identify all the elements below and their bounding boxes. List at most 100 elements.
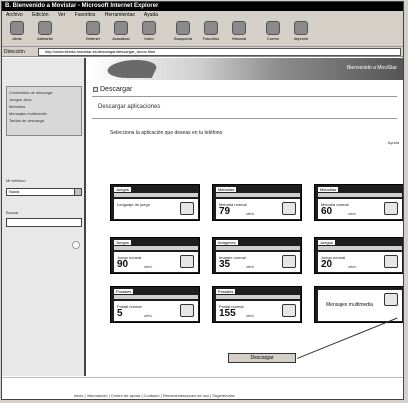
phone-select[interactable]: Nokia [6, 188, 82, 196]
divider [92, 118, 397, 119]
card-tag: Melodías [318, 187, 339, 192]
download-card[interactable]: Postales Postal normal 5 cént. [110, 286, 200, 323]
site-banner: Bienvenido a MoviStar [88, 58, 403, 80]
page-title: Descargar [100, 86, 133, 93]
card-header-bar [114, 295, 198, 299]
card-tag: Melodías [216, 187, 237, 192]
home-icon [142, 21, 156, 35]
download-card[interactable]: Melodías Melodía normal 79 cént. [212, 184, 302, 221]
sidebar-link[interactable]: Juegos Java [9, 96, 79, 103]
browser-window: B. Bienvenido a Movistar - Microsoft Int… [1, 1, 404, 400]
card-panel: Lenguaje de juego [114, 199, 198, 219]
game-icon [384, 255, 398, 268]
refresh-icon [114, 21, 128, 35]
card-tag: Juegos [114, 187, 131, 192]
download-card[interactable]: Juegos Juego normal 20 cént. [314, 237, 403, 274]
card-unit: cént. [144, 264, 153, 269]
card-panel: Melodía normal 79 cént. [216, 199, 300, 219]
page-footer: Inicio | Información | Centro de ayuda |… [2, 377, 403, 399]
help-link[interactable]: Ayuda [388, 140, 399, 145]
back-button[interactable]: Atrás [4, 21, 30, 45]
download-card[interactable]: Mensajes multimedia [314, 286, 403, 323]
menu-item-ayuda[interactable]: Ayuda [144, 12, 158, 18]
home-button[interactable]: Inicio [136, 21, 162, 45]
phone-icon [384, 202, 398, 215]
card-price: 155 [219, 308, 236, 319]
card-header-bar [216, 246, 300, 250]
card-unit: cént. [144, 313, 153, 318]
address-label: Dirección [4, 49, 25, 55]
refresh-button[interactable]: Actualizar [108, 21, 134, 45]
card-unit: cént. [246, 313, 255, 318]
sidebar-links: Contenidos de descarga Juegos Java Melod… [6, 86, 82, 136]
window-title: B. Bienvenido a Movistar - Microsoft Int… [2, 2, 403, 11]
page-subtitle: Descargar aplicaciones [98, 104, 161, 110]
card-panel: Juego normal 20 cént. [318, 252, 402, 272]
card-unit: cént. [348, 264, 357, 269]
menu-item-edicion[interactable]: Edición [32, 12, 48, 18]
print-button[interactable]: Imprimir [288, 21, 314, 45]
favorites-icon [204, 21, 218, 35]
mail-button[interactable]: Correo [260, 21, 286, 45]
download-button[interactable]: Descargar [228, 353, 296, 363]
sidebar-search-input[interactable] [6, 218, 82, 227]
phone-select-value: Nokia [9, 189, 20, 194]
phone-icon [282, 202, 296, 215]
stop-button[interactable]: Detener [80, 21, 106, 45]
download-card[interactable]: Melodías Melodía normal 60 cént. [314, 184, 403, 221]
instruction-text: Selecciona la aplicación que deseas en t… [110, 130, 223, 136]
card-icon [282, 304, 296, 317]
card-tag: Juegos [114, 240, 131, 245]
card-tag: Postales [216, 289, 236, 294]
divider [92, 96, 397, 97]
main-content: Bienvenido a MoviStar Descargar Descarga… [88, 58, 403, 376]
card-unit: cént. [348, 211, 357, 216]
download-card[interactable]: Postales Postal normal 155 cént. [212, 286, 302, 323]
game-icon [180, 202, 194, 215]
game-icon [180, 255, 194, 268]
history-icon [232, 21, 246, 35]
card-price: 35 [219, 259, 231, 270]
card-price: 90 [117, 259, 129, 270]
card-panel: Postal normal 5 cént. [114, 301, 198, 321]
print-icon [294, 21, 308, 35]
card-tag: Postales [114, 289, 134, 294]
go-icon[interactable] [72, 241, 80, 249]
download-card[interactable]: Imágenes Imagen normal 35 cént. [212, 237, 302, 274]
card-price: 60 [321, 206, 333, 217]
mms-icon [384, 293, 398, 306]
card-label: Mensajes multimedia [326, 302, 373, 308]
card-tag: Imágenes [216, 240, 238, 245]
menu-item-herramientas[interactable]: Herramientas [105, 12, 135, 18]
sidebar-link[interactable]: Mensajes multimedia [9, 110, 79, 117]
footer-links[interactable]: Inicio | Información | Centro de ayuda |… [74, 393, 235, 398]
card-unit: cént. [246, 211, 255, 216]
back-icon [10, 21, 24, 35]
address-input[interactable]: http://www.tienda.movistar.es/descargar/… [38, 48, 401, 56]
menu-bar: Archivo Edición Ver Favoritos Herramient… [2, 11, 403, 19]
card-label: Lenguaje de juego [117, 202, 150, 207]
menu-item-favoritos[interactable]: Favoritos [75, 12, 96, 18]
card-panel: Imagen normal 35 cént. [216, 252, 300, 272]
sidebar-link[interactable]: Contenidos de descarga [9, 89, 79, 96]
section-bullet-icon [93, 87, 98, 92]
card-header-bar [216, 295, 300, 299]
logo-icon [103, 60, 161, 78]
stop-icon [86, 21, 100, 35]
menu-item-ver[interactable]: Ver [58, 12, 66, 18]
card-panel: Melodía normal 60 cént. [318, 199, 402, 219]
browser-toolbar: Atrás Adelante Detener Actualizar Inicio… [2, 19, 403, 47]
menu-item-archivo[interactable]: Archivo [6, 12, 23, 18]
card-unit: cént. [246, 264, 255, 269]
card-header-bar [114, 193, 198, 197]
download-card[interactable]: Juegos Lenguaje de juego [110, 184, 200, 221]
chevron-down-icon[interactable] [74, 189, 81, 195]
favorites-button[interactable]: Favoritos [198, 21, 224, 45]
forward-button[interactable]: Adelante [32, 21, 58, 45]
sidebar-link[interactable]: Tarifas de descarga [9, 117, 79, 124]
sidebar-link[interactable]: Melodías [9, 103, 79, 110]
search-button[interactable]: Búsqueda [170, 21, 196, 45]
download-card[interactable]: Juegos Juego normal 90 cént. [110, 237, 200, 274]
banner-text: Bienvenido a MoviStar [346, 65, 397, 71]
history-button[interactable]: Historial [226, 21, 252, 45]
